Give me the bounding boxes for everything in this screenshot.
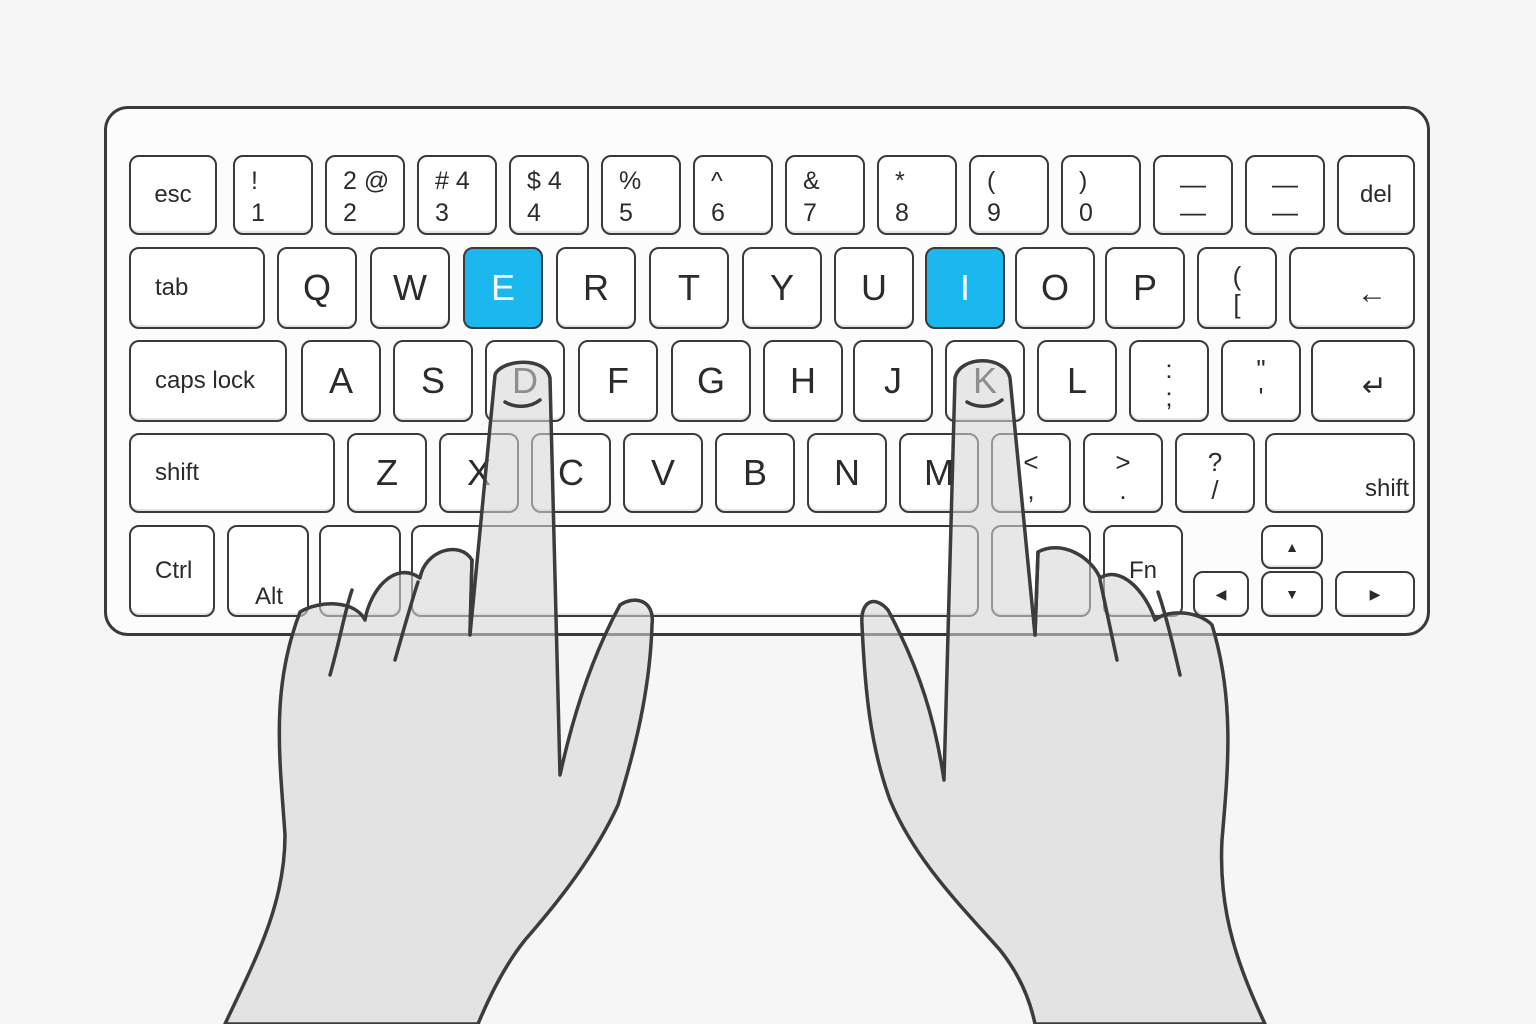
hands-illustration (223, 359, 1267, 1024)
left-hand (223, 360, 654, 1024)
right-hand (860, 359, 1267, 1024)
